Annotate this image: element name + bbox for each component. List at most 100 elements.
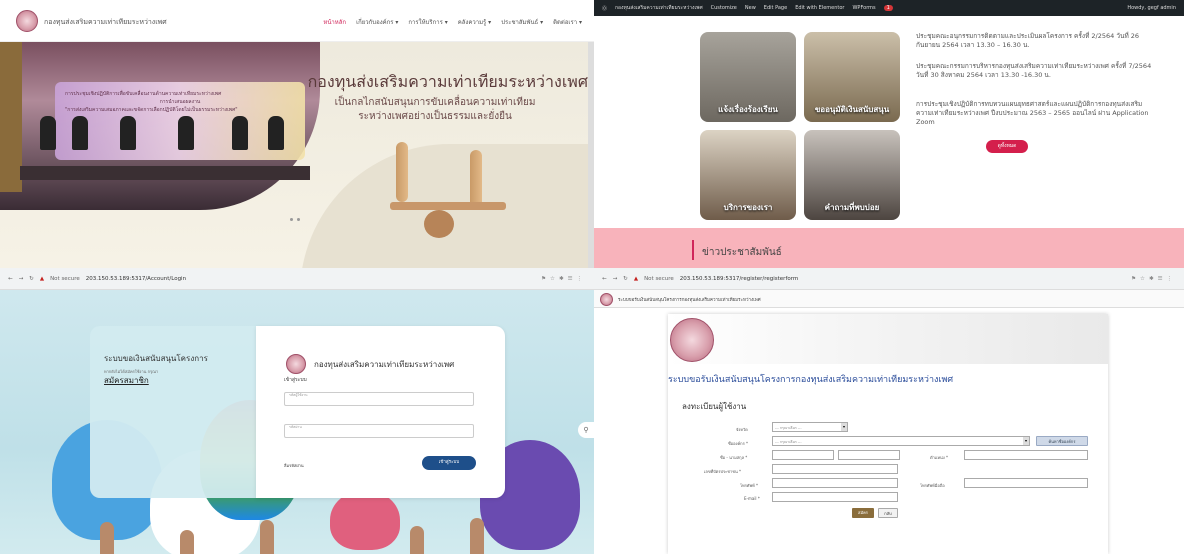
panelist: [268, 116, 284, 150]
address-bar[interactable]: 203.150.53.189:5317/Account/Login: [86, 276, 186, 282]
nav-contact[interactable]: ติดต่อเรา ▾: [553, 17, 582, 27]
site-logo[interactable]: [16, 10, 38, 32]
wp-new[interactable]: New: [745, 5, 756, 11]
username-placeholder: รหัสผู้ใช้งาน: [289, 393, 308, 397]
wp-wpforms[interactable]: WPForms: [852, 5, 875, 11]
reload-icon[interactable]: ↻: [29, 276, 34, 282]
org-select-value: --- กรุณาเลือก ---: [775, 440, 802, 444]
back-button[interactable]: กลับ: [878, 508, 898, 518]
app-logo: [600, 293, 613, 306]
wp-customize[interactable]: Customize: [711, 5, 737, 11]
wooden-figure: [470, 150, 482, 210]
address-bar[interactable]: 203.150.53.189:5317/register/registerfor…: [680, 276, 799, 282]
chevron-down-icon: ▾: [841, 423, 847, 431]
not-secure-label[interactable]: Not secure: [50, 276, 80, 282]
phone-input[interactable]: [772, 478, 898, 488]
wooden-figure: [396, 142, 408, 202]
browser-toolbar: ← → ↻ ▲ Not secure 203.150.53.189:5317/r…: [594, 268, 1184, 290]
register-system-title: ระบบขอรับเงินสนับสนุนโครงการกองทุนส่งเสร…: [668, 375, 954, 385]
register-heading: ลงทะเบียนผู้ใช้งาน: [682, 402, 747, 411]
extension-icons[interactable]: ⚑☆✱☰⋮: [1131, 276, 1176, 282]
stage-curtain: [0, 42, 22, 192]
tile-services[interactable]: บริการของเรา: [700, 130, 796, 220]
nav-knowledge[interactable]: คลังความรู้ ▾: [458, 17, 491, 27]
seesaw: [390, 202, 506, 210]
view-all-button[interactable]: ดูทั้งหมด: [986, 140, 1028, 153]
tile-label: คำถามที่พบบ่อย: [824, 203, 880, 212]
raised-hand: [100, 522, 114, 554]
wp-edit-elementor[interactable]: Edit with Elementor: [795, 5, 844, 11]
register-banner: [668, 314, 1108, 364]
register-page-panel: ← → ↻ ▲ Not secure 203.150.53.189:5317/r…: [594, 268, 1184, 554]
org-label: ชื่อองค์กร *: [728, 441, 748, 446]
first-name-input[interactable]: [772, 450, 834, 460]
org-name: กองทุนส่งเสริมความเท่าเทียมระหว่างเพศ: [314, 360, 455, 369]
mobile-label: โทรศัพท์มือถือ: [920, 483, 945, 488]
system-title: ระบบขอเงินสนับสนุนโครงการ: [104, 354, 208, 363]
org-select[interactable]: --- กรุณาเลือก --- ▾: [772, 436, 1030, 446]
back-icon[interactable]: ←: [8, 276, 13, 282]
province-label: จังหวัด: [736, 427, 748, 432]
tile-funding[interactable]: ขออนุมัติเงินสนับสนุน: [804, 32, 900, 122]
wordpress-icon[interactable]: ⓪: [602, 5, 607, 12]
forgot-password-link[interactable]: ลืมรหัสผ่าน: [284, 462, 304, 469]
news-item[interactable]: ประชุมคณะกรรมการบริหารกองทุนส่งเสริมความ…: [916, 62, 1156, 80]
not-secure-label[interactable]: Not secure: [644, 276, 674, 282]
panelist: [178, 116, 194, 150]
position-input[interactable]: [964, 450, 1088, 460]
search-icon[interactable]: ⚲: [578, 422, 594, 438]
nav-about[interactable]: เกี่ยวกับองค์กร ▾: [356, 17, 398, 27]
raised-hand: [410, 526, 424, 554]
login-intro-panel: ระบบขอเงินสนับสนุนโครงการ หากยังไม่ได้สม…: [90, 326, 256, 498]
news-item[interactable]: ประชุมคณะอนุกรรมการติดตามและประเมินผลโคร…: [916, 32, 1156, 50]
wp-user-greeting[interactable]: Howdy, gegf admin: [1127, 5, 1176, 11]
pr-section: ข่าวประชาสัมพันธ์: [594, 228, 1184, 268]
warning-icon: ▲: [39, 275, 45, 282]
login-heading: เข้าสู่ระบบ: [284, 377, 307, 383]
forward-icon[interactable]: →: [19, 276, 24, 282]
wp-edit-page[interactable]: Edit Page: [764, 5, 787, 11]
panelist: [232, 116, 248, 150]
register-link[interactable]: สมัครสมาชิก: [104, 374, 149, 387]
login-page-panel: ← → ↻ ▲ Not secure 203.150.53.189:5317/A…: [0, 268, 594, 554]
panel-table: [20, 166, 310, 180]
banner-line: การนำเสนอผลงาน: [159, 99, 201, 105]
find-org-button[interactable]: ค้นหาชื่อองค์กร: [1036, 436, 1088, 446]
site-brand[interactable]: กองทุนส่งเสริมความเท่าเทียมระหว่างเพศ: [44, 17, 167, 28]
tile-faq[interactable]: คำถามที่พบบ่อย: [804, 130, 900, 220]
phone-label: โทรศัพท์ *: [740, 483, 759, 488]
login-button[interactable]: เข้าสู่ระบบ: [422, 456, 476, 470]
email-input[interactable]: [772, 492, 898, 502]
section-accent: [692, 240, 694, 260]
raised-hand: [470, 518, 484, 554]
reload-icon[interactable]: ↻: [623, 276, 628, 282]
province-select[interactable]: --- กรุณาเลือก --- ▾: [772, 422, 848, 432]
wp-admin-bar: ⓪ กองทุนส่งเสริมความเท่าเทียมระหว่างเพศ …: [594, 0, 1184, 16]
slider-dot[interactable]: [297, 218, 300, 221]
mobile-input[interactable]: [964, 478, 1088, 488]
main-nav: หน้าหลัก เกี่ยวกับองค์กร ▾ การให้บริการ …: [323, 17, 582, 27]
panelist: [120, 116, 136, 150]
org-logo: [286, 354, 306, 374]
last-name-input[interactable]: [838, 450, 900, 460]
panelist: [40, 116, 56, 150]
id-card-input[interactable]: [772, 464, 898, 474]
submit-button[interactable]: สมัคร: [852, 508, 874, 518]
extension-icons[interactable]: ⚑☆✱☰⋮: [541, 276, 586, 282]
tile-label: ขออนุมัติเงินสนับสนุน: [814, 105, 890, 114]
register-card: ระบบขอรับเงินสนับสนุนโครงการกองทุนส่งเสร…: [668, 314, 1108, 554]
nav-home[interactable]: หน้าหลัก: [323, 17, 346, 27]
password-input[interactable]: รหัสผ่าน: [284, 424, 474, 438]
nav-services[interactable]: การให้บริการ ▾: [408, 17, 447, 27]
username-input[interactable]: รหัสผู้ใช้งาน: [284, 392, 474, 406]
nav-news[interactable]: ประชาสัมพันธ์ ▾: [501, 17, 543, 27]
news-item[interactable]: การประชุมเชิงปฏิบัติการทบทวนแผนยุทธศาสตร…: [916, 100, 1156, 127]
slider-dot[interactable]: [290, 218, 293, 221]
slider-dots[interactable]: [290, 218, 300, 221]
wp-site-name[interactable]: กองทุนส่งเสริมความเท่าเทียมระหว่างเพศ: [615, 4, 703, 12]
forward-icon[interactable]: →: [613, 276, 618, 282]
back-icon[interactable]: ←: [602, 276, 607, 282]
tile-complaint[interactable]: แจ้งเรื่องร้องเรียน: [700, 32, 796, 122]
screenshot-collage: กองทุนส่งเสริมความเท่าเทียมระหว่างเพศ หน…: [0, 0, 1184, 554]
hero-subtitle-line: ระหว่างเพศอย่างเป็นธรรมและยั่งยืน: [358, 111, 512, 122]
